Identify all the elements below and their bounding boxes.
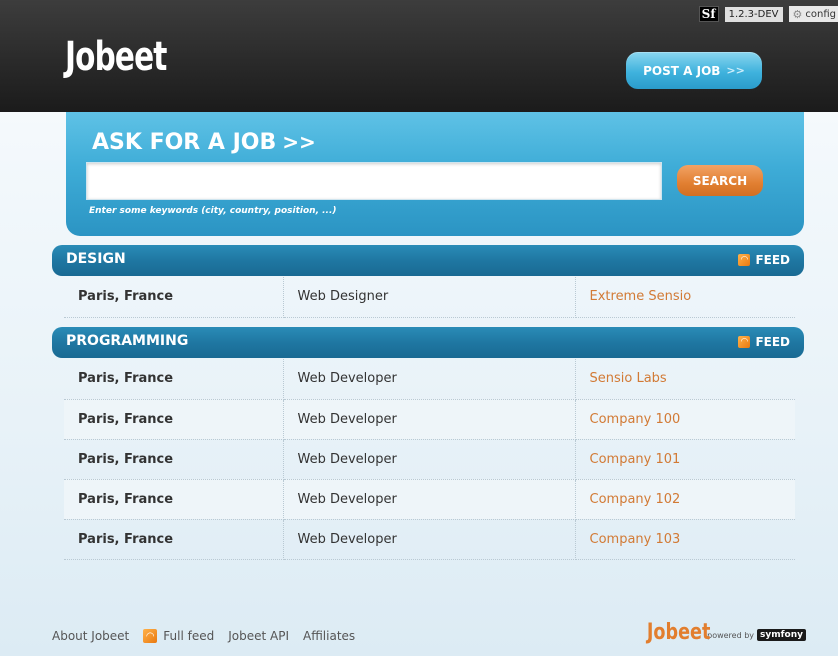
job-company[interactable]: Company 102 xyxy=(575,479,795,520)
ask-title-text: ASK FOR A JOB xyxy=(92,130,277,155)
full-feed-label: Full feed xyxy=(163,629,215,643)
post-job-label: POST A JOB xyxy=(643,63,721,78)
table-row[interactable]: Paris, France Web Developer Company 100 xyxy=(64,399,795,440)
jobs-table-design: Paris, France Web Designer Extreme Sensi… xyxy=(64,277,795,318)
powered-by: Jobeet powered by symfony xyxy=(631,622,806,644)
job-location: Paris, France xyxy=(64,359,284,400)
symfony-debug-icon[interactable]: Sf xyxy=(698,6,719,22)
category-header-programming: PROGRAMMING ◠ FEED xyxy=(52,327,804,358)
category-title[interactable]: DESIGN xyxy=(66,251,126,267)
jobs-table-programming: Paris, France Web Developer Sensio Labs … xyxy=(64,359,795,560)
gear-icon: ⚙ xyxy=(792,7,803,21)
job-position[interactable]: Web Developer xyxy=(283,439,576,480)
job-location: Paris, France xyxy=(64,277,284,318)
rss-icon: ◠ xyxy=(738,254,751,266)
header: Sf 1.2.3-DEV ⚙ config Jobeet POST A JOB … xyxy=(0,0,838,112)
jobeet-logo[interactable]: Jobeet xyxy=(65,34,167,80)
search-input[interactable] xyxy=(86,162,662,200)
table-row[interactable]: Paris, France Web Designer Extreme Sensi… xyxy=(64,277,795,318)
feed-label: FEED xyxy=(755,335,790,349)
job-location: Paris, France xyxy=(64,479,284,520)
double-arrow-icon: >> xyxy=(282,130,316,154)
table-row[interactable]: Paris, France Web Developer Company 103 xyxy=(64,519,795,560)
footer-link-about[interactable]: About Jobeet xyxy=(52,629,129,643)
footer-jobeet-logo: Jobeet xyxy=(646,620,711,645)
job-position[interactable]: Web Developer xyxy=(283,359,576,400)
config-label: config xyxy=(805,8,836,20)
footer-link-affiliates[interactable]: Affiliates xyxy=(303,629,355,643)
category-header-design: DESIGN ◠ FEED xyxy=(52,245,804,276)
category-title[interactable]: PROGRAMMING xyxy=(66,333,188,349)
rss-icon: ◠ xyxy=(143,629,158,643)
double-arrow-icon: >> xyxy=(726,64,745,77)
debug-toolbar: Sf 1.2.3-DEV ⚙ config xyxy=(698,6,838,22)
job-company[interactable]: Company 101 xyxy=(575,439,795,480)
job-position[interactable]: Web Developer xyxy=(283,519,576,560)
footer-links: About Jobeet ◠ Full feed Jobeet API Affi… xyxy=(52,629,355,643)
footer-link-api[interactable]: Jobeet API xyxy=(228,629,289,643)
footer-link-full-feed[interactable]: ◠ Full feed xyxy=(143,629,214,643)
ask-for-job-title: ASK FOR A JOB >> xyxy=(92,130,316,155)
job-position[interactable]: Web Developer xyxy=(283,479,576,520)
job-company[interactable]: Company 100 xyxy=(575,399,795,440)
job-location: Paris, France xyxy=(64,519,284,560)
job-position[interactable]: Web Developer xyxy=(283,399,576,440)
config-button[interactable]: ⚙ config xyxy=(788,6,838,22)
table-row[interactable]: Paris, France Web Developer Sensio Labs xyxy=(64,359,795,400)
search-button[interactable]: SEARCH xyxy=(677,165,763,196)
search-panel: ASK FOR A JOB >> SEARCH Enter some keywor… xyxy=(66,112,804,236)
post-job-button[interactable]: POST A JOB >> xyxy=(626,52,762,89)
job-company[interactable]: Sensio Labs xyxy=(575,359,795,400)
job-company[interactable]: Extreme Sensio xyxy=(575,277,795,318)
feed-label: FEED xyxy=(755,253,790,267)
symfony-logo[interactable]: symfony xyxy=(757,629,806,641)
category-feed-link[interactable]: ◠ FEED xyxy=(738,253,790,267)
search-help-text: Enter some keywords (city, country, posi… xyxy=(89,206,337,216)
version-badge: 1.2.3-DEV xyxy=(724,6,783,22)
job-location: Paris, France xyxy=(64,439,284,480)
table-row[interactable]: Paris, France Web Developer Company 102 xyxy=(64,479,795,520)
job-location: Paris, France xyxy=(64,399,284,440)
job-company[interactable]: Company 103 xyxy=(575,519,795,560)
powered-by-text: powered by xyxy=(707,631,755,640)
category-feed-link[interactable]: ◠ FEED xyxy=(738,335,790,349)
table-row[interactable]: Paris, France Web Developer Company 101 xyxy=(64,439,795,480)
job-position[interactable]: Web Designer xyxy=(283,277,576,318)
rss-icon: ◠ xyxy=(738,336,751,348)
